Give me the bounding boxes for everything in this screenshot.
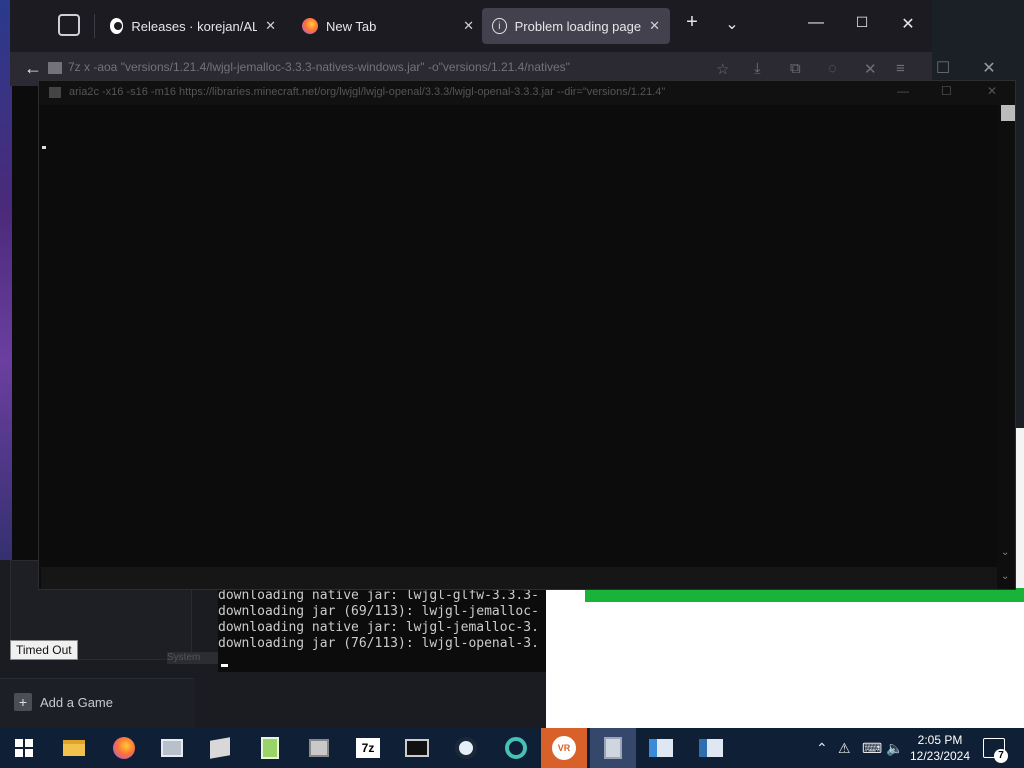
network-icon[interactable]: ⌨ xyxy=(862,728,882,768)
sevenzip-icon[interactable]: 7z xyxy=(354,734,382,762)
ghost-close-button[interactable]: ✕ xyxy=(977,58,1001,78)
minimize-button[interactable]: — xyxy=(804,14,828,32)
terminal-cursor xyxy=(42,146,46,149)
terminal-icon xyxy=(49,87,61,98)
terminal-taskbar-icon[interactable] xyxy=(403,734,431,762)
console-line: downloading jar (76/113): lwjgl-openal-3… xyxy=(218,636,539,651)
package-icon[interactable] xyxy=(206,734,234,762)
cubes-icon[interactable] xyxy=(305,734,333,762)
archive-icon[interactable] xyxy=(590,728,636,768)
terminal-title: aria2c -x16 -s16 -m16 https://libraries.… xyxy=(69,86,666,98)
window-app-2-icon[interactable] xyxy=(697,734,725,762)
terminal-minimize-button[interactable]: — xyxy=(897,84,909,98)
tab-list-button[interactable]: ⌄ xyxy=(720,14,744,34)
volume-icon[interactable]: 🔈 xyxy=(886,728,903,768)
aria2c-terminal-window: aria2c -x16 -s16 -m16 https://libraries.… xyxy=(38,80,1016,590)
terminal-scrollbar[interactable]: ⌄ ⌄ xyxy=(997,105,1015,589)
photos-icon[interactable] xyxy=(158,734,186,762)
launcher-icon[interactable] xyxy=(502,734,530,762)
terminal-titlebar: aria2c -x16 -s16 -m16 https://libraries.… xyxy=(39,81,1015,105)
plus-icon: + xyxy=(14,693,32,711)
steam-icon[interactable] xyxy=(452,734,480,762)
tab-releases[interactable]: Releases · korejan/ALXR- ✕ xyxy=(100,8,286,44)
window-app-icon[interactable] xyxy=(647,734,675,762)
notepad-icon[interactable] xyxy=(256,734,284,762)
sevenzip-command: 7z x -aoa "versions/1.21.4/lwjgl-jemallo… xyxy=(68,60,570,74)
close-icon[interactable]: ✕ xyxy=(463,18,474,34)
console-line: downloading native jar: lwjgl-jemalloc-3… xyxy=(218,620,539,635)
vr-label: VR xyxy=(552,736,576,760)
sevenzip-label: 7z xyxy=(356,738,380,758)
back-arrow-icon[interactable]: ← xyxy=(24,58,42,79)
file-explorer-icon[interactable] xyxy=(60,734,88,762)
network-warning-icon[interactable]: ⚠ xyxy=(838,728,851,768)
console-cursor xyxy=(221,664,228,667)
console-window: downloading native jar: lwjgl-glfw-3.3.3… xyxy=(218,588,546,672)
notification-badge: 7 xyxy=(994,749,1008,763)
tab-problem-loading[interactable]: i Problem loading page ✕ xyxy=(482,8,670,44)
vr-app-icon[interactable]: VR xyxy=(541,728,587,768)
github-icon xyxy=(110,18,124,34)
progress-bar xyxy=(585,588,1024,602)
clock-date: 12/23/2024 xyxy=(909,749,971,763)
console-icon xyxy=(48,61,62,74)
terminal-output[interactable] xyxy=(41,105,997,567)
launcher-window xyxy=(546,588,1024,728)
terminal-close-button[interactable]: ✕ xyxy=(987,84,997,98)
console-line: downloading native jar: lwjgl-glfw-3.3.3… xyxy=(218,588,539,603)
tray-chevron-icon[interactable]: ⌃ xyxy=(816,728,828,768)
tab-strip: Releases · korejan/ALXR- ✕ New Tab ✕ i P… xyxy=(10,0,932,52)
scroll-down-icon[interactable]: ⌄ xyxy=(1001,547,1009,558)
info-icon: i xyxy=(492,18,507,34)
tab-label: New Tab xyxy=(326,18,377,34)
timed-out-tooltip: Timed Out xyxy=(10,640,78,660)
windows-icon xyxy=(15,739,33,757)
start-button[interactable] xyxy=(10,734,38,762)
maximize-button[interactable]: ☐ xyxy=(850,14,874,31)
background-window-edge xyxy=(1016,428,1024,588)
scroll-thumb[interactable] xyxy=(1001,105,1015,121)
close-window-button[interactable]: ✕ xyxy=(896,14,920,34)
firefox-icon xyxy=(302,18,318,34)
hscroll-down-icon[interactable]: ⌄ xyxy=(1001,571,1009,582)
terminal-status-strip xyxy=(41,567,997,589)
console-line: downloading jar (69/113): lwjgl-jemalloc… xyxy=(218,604,539,619)
sevenzip-window-title: 7z x -aoa "versions/1.21.4/lwjgl-jemallo… xyxy=(48,60,908,80)
new-tab-button[interactable]: + xyxy=(680,11,704,34)
close-icon[interactable]: ✕ xyxy=(649,18,660,34)
close-icon[interactable]: ✕ xyxy=(265,18,276,34)
desktop-wallpaper xyxy=(0,0,12,600)
firefox-view-button[interactable] xyxy=(58,14,80,36)
tab-separator xyxy=(94,14,95,38)
tab-label: Releases · korejan/ALXR- xyxy=(131,18,258,34)
terminal-maximize-button[interactable]: ☐ xyxy=(941,84,952,98)
firefox-taskbar-icon[interactable] xyxy=(110,734,138,762)
clock-time: 2:05 PM xyxy=(917,733,963,747)
add-game-label: Add a Game xyxy=(40,694,113,710)
system-label: System xyxy=(167,652,219,664)
ghost-maximize-button[interactable]: ☐ xyxy=(931,58,955,78)
taskbar: 7z VR ⌃ ⚠ ⌨ 🔈 2:05 PM 12/23/2024 7 xyxy=(0,728,1024,768)
add-game-button[interactable]: + Add a Game xyxy=(14,693,113,711)
tab-new-tab[interactable]: New Tab ✕ xyxy=(292,8,484,44)
tab-label: Problem loading page xyxy=(514,18,642,34)
clock[interactable]: 2:05 PM 12/23/2024 xyxy=(903,732,977,764)
